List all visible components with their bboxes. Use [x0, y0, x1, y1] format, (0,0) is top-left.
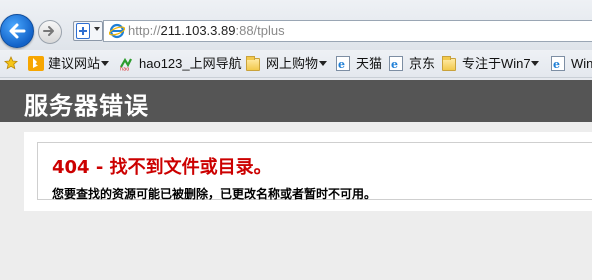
favorite-label: 天猫 — [356, 56, 383, 71]
forward-arrow-icon — [43, 26, 54, 36]
error-panel: 404 - 找不到文件或目录。 您要查找的资源可能已被删除，已更改名称或者暂时不… — [24, 132, 592, 211]
svg-text:e: e — [338, 58, 345, 70]
svg-text:e: e — [391, 58, 398, 70]
favorites-bar: 建议网站 hao hao123_上网导航 网上购物 e 天猫 e 京东 专注于W… — [0, 50, 592, 78]
favorite-label: Win — [571, 56, 592, 71]
chevron-down-icon — [531, 61, 539, 66]
favorites-star-icon[interactable] — [4, 56, 18, 70]
ie-page-icon: e — [389, 56, 403, 71]
address-bar[interactable]: http://211.103.3.89:88/tplus — [103, 20, 592, 42]
page-title: 服务器错误 — [24, 92, 149, 120]
error-heading: 404 - 找不到文件或目录。 — [52, 157, 272, 178]
folder-icon — [442, 56, 456, 71]
svg-text:e: e — [553, 58, 560, 70]
favorite-label: 专注于Win7 — [462, 56, 531, 71]
favorite-label: hao123_上网导航 — [139, 56, 242, 71]
back-button[interactable] — [0, 14, 34, 48]
folder-icon — [246, 56, 260, 71]
ie-page-icon: e — [551, 56, 565, 71]
url-prefix: http:// — [128, 23, 161, 38]
error-fieldset: 404 - 找不到文件或目录。 您要查找的资源可能已被删除，已更改名称或者暂时不… — [37, 142, 592, 201]
url-path: :88/tplus — [235, 23, 285, 38]
url-text: http://211.103.3.89:88/tplus — [128, 23, 285, 38]
back-arrow-icon — [9, 23, 26, 39]
url-host: 211.103.3.89 — [160, 23, 236, 38]
bing-icon — [28, 56, 44, 71]
browser-chrome: http://211.103.3.89:88/tplus 建议网站 hao ha… — [0, 0, 592, 80]
ie-page-icon: e — [336, 56, 350, 71]
chevron-down-icon — [101, 61, 109, 66]
forward-button[interactable] — [38, 20, 62, 44]
favorite-label: 建议网站 — [48, 56, 101, 71]
navigation-bar: http://211.103.3.89:88/tplus — [0, 0, 592, 50]
svg-text:hao: hao — [120, 67, 129, 72]
favorite-label: 京东 — [409, 56, 436, 71]
add-tab-icon — [76, 23, 90, 39]
chevron-down-icon — [94, 27, 100, 31]
compatibility-view-button[interactable] — [73, 21, 103, 41]
error-message: 您要查找的资源可能已被删除，已更改名称或者暂时不可用。 — [52, 187, 377, 201]
hao123-icon: hao — [119, 56, 135, 73]
chevron-down-icon — [319, 61, 327, 66]
ie-icon — [109, 23, 125, 39]
favorite-label: 网上购物 — [266, 56, 319, 71]
